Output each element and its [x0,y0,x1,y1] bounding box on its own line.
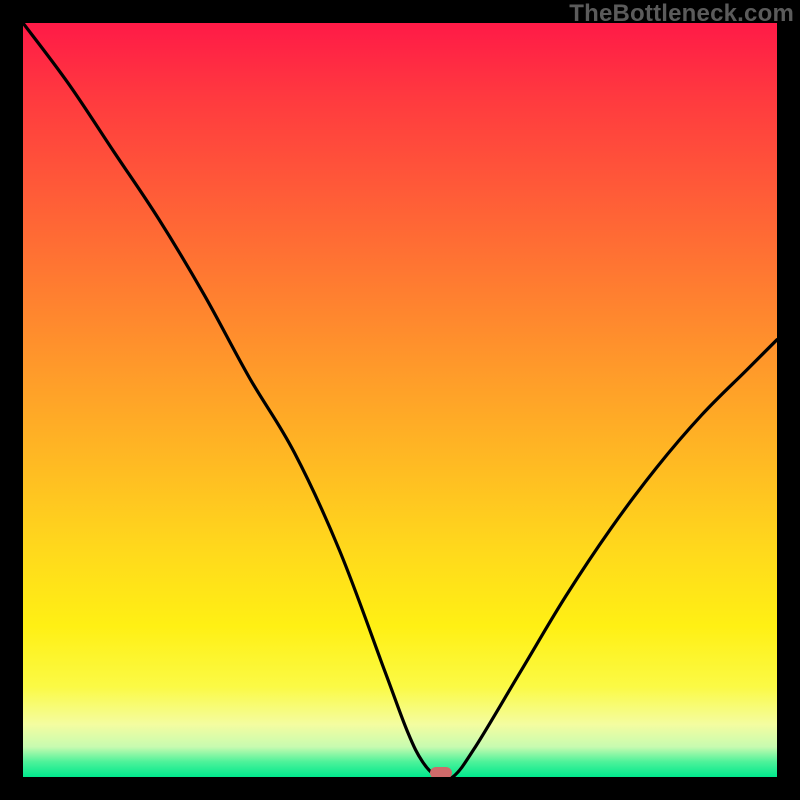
watermark-text: TheBottleneck.com [569,0,794,28]
minimum-marker [430,767,452,777]
bottleneck-curve [23,23,777,777]
plot-area [23,23,777,777]
chart-frame: TheBottleneck.com [0,0,800,800]
